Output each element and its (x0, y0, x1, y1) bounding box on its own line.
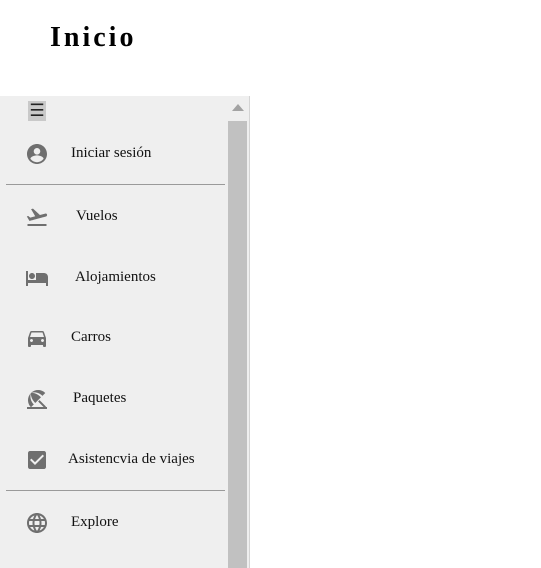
scrollbar-thumb[interactable] (228, 121, 247, 568)
sidebar-item-label: Explore (71, 514, 119, 530)
sidebar-item-label: Alojamientos (75, 269, 156, 285)
sidebar-item-label: Vuelos (76, 208, 118, 224)
sidebar-item-label: Asistencvia de viajes (68, 451, 195, 467)
divider (6, 184, 225, 185)
beach-umbrella-icon (24, 387, 50, 411)
sidebar-item-lodging[interactable]: Alojamientos (0, 258, 226, 298)
sidebar-item-label: Paquetes (73, 390, 127, 406)
checkbox-icon (24, 448, 50, 472)
sidebar-item-label: Iniciar sesión (71, 145, 152, 161)
hotel-bed-icon (24, 266, 50, 290)
sidebar-item-packages[interactable]: Paquetes (0, 379, 226, 419)
sidebar: ☰ Iniciar sesión Vuelos Alojamientos Car… (0, 96, 250, 568)
sidebar-item-cars[interactable]: Carros (0, 318, 226, 358)
sidebar-scrollbar[interactable] (227, 96, 248, 568)
hamburger-menu-icon[interactable]: ☰ (28, 101, 46, 121)
sidebar-item-travel-assistance[interactable]: Asistencvia de viajes (0, 440, 226, 480)
sidebar-item-flights[interactable]: Vuelos (0, 197, 226, 237)
globe-icon (24, 511, 50, 535)
account-circle-icon (24, 142, 50, 166)
scroll-up-arrow-icon[interactable] (232, 104, 244, 111)
sidebar-item-explore[interactable]: Explore (0, 503, 226, 543)
sidebar-item-label: Carros (71, 329, 111, 345)
divider (6, 490, 225, 491)
flight-takeoff-icon (24, 205, 50, 229)
sidebar-item-login[interactable]: Iniciar sesión (0, 134, 226, 174)
car-icon (24, 326, 50, 350)
page-title: Inicio (50, 22, 137, 53)
